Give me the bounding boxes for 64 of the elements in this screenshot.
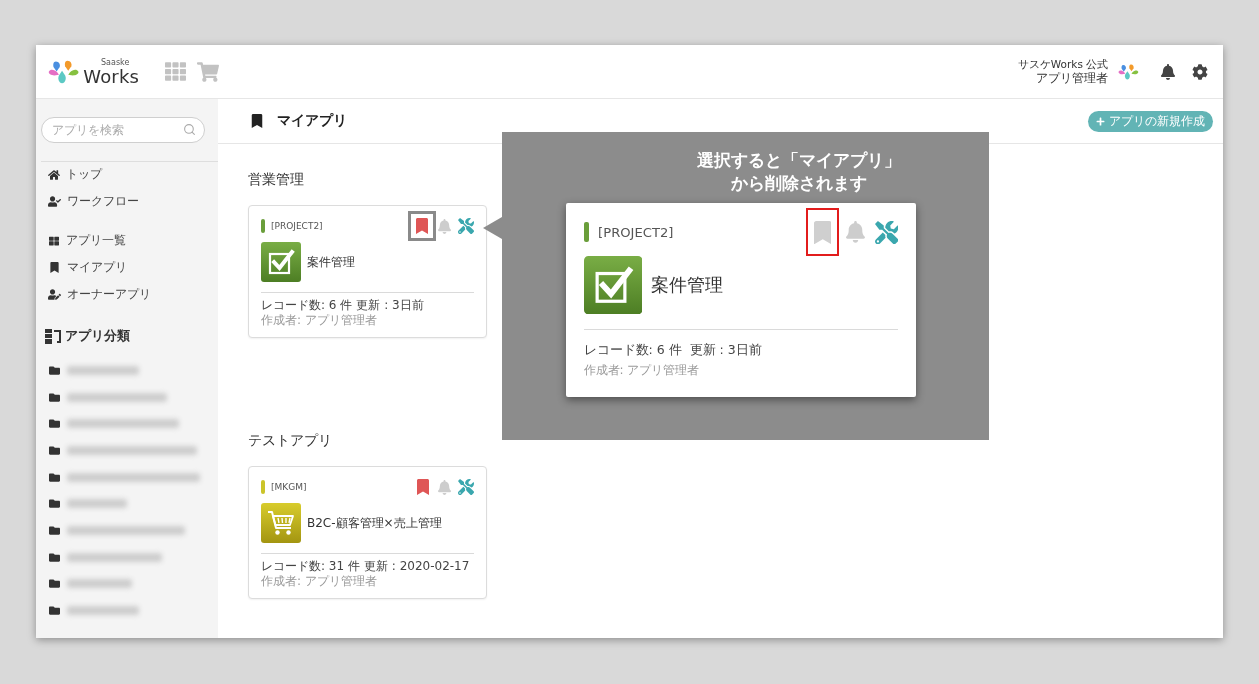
user-edit-icon — [48, 288, 61, 301]
folder-icon[interactable] — [49, 364, 60, 376]
tools-icon[interactable] — [458, 479, 474, 495]
sidebar-item[interactable]: マイアプリ — [36, 254, 127, 281]
home-icon — [48, 168, 60, 181]
logo-wordmark: Works — [83, 66, 140, 86]
folder-icon[interactable] — [49, 391, 60, 403]
record-count: レコード数: 6 件 — [583, 340, 682, 358]
tools-icon[interactable] — [458, 218, 474, 234]
updated-date: 更新 : 3日前 — [356, 298, 424, 313]
check-app-icon — [583, 255, 642, 314]
search-icon — [183, 123, 196, 136]
page-title: マイアプリ — [277, 112, 347, 130]
app-name[interactable]: 案件管理 — [307, 253, 355, 271]
logo-tagline: Saaske — [101, 57, 130, 67]
bookmark-icon[interactable] — [813, 220, 832, 244]
app-name[interactable]: B2C-顧客管理×売上管理 — [307, 514, 442, 532]
folder-icon[interactable] — [49, 471, 60, 483]
tools-icon[interactable] — [875, 220, 899, 244]
record-count: レコード数: 6 件 — [261, 298, 353, 313]
cart-icon[interactable] — [197, 60, 220, 83]
cart-app-icon — [261, 503, 301, 543]
user-check-icon — [48, 195, 61, 208]
app-author: 作成者: アプリ管理者 — [583, 361, 700, 379]
folder-icon[interactable] — [49, 524, 60, 536]
folder-icon[interactable] — [49, 578, 60, 590]
folder-icon[interactable] — [49, 498, 60, 510]
folder-icon[interactable] — [49, 444, 60, 456]
settings-icon[interactable] — [1192, 63, 1208, 80]
grid-icon[interactable] — [165, 61, 187, 82]
app-author: 作成者: アプリ管理者 — [261, 574, 377, 589]
folder-icon[interactable] — [49, 551, 60, 563]
logo-icon — [48, 59, 80, 84]
app-code: [PROJECT2] — [598, 224, 674, 240]
section-title: 営業管理 — [248, 170, 304, 188]
updated-date: 更新 : 2020-02-17 — [363, 559, 470, 574]
grid-icon — [49, 235, 59, 246]
sidebar-item[interactable]: オーナーアプリ — [36, 281, 151, 308]
plus-icon — [1096, 116, 1105, 126]
bell-icon[interactable] — [1160, 63, 1176, 80]
folder-icon[interactable] — [49, 605, 60, 617]
sidebar-item[interactable]: アプリ一覧 — [36, 227, 126, 254]
record-count: レコード数: 31 件 — [261, 559, 360, 574]
category-icon — [45, 328, 62, 344]
app-code: [PROJECT2] — [271, 221, 323, 231]
sidebar-item[interactable]: トップ — [36, 161, 102, 188]
folder-icon[interactable] — [49, 418, 60, 430]
app-author: 作成者: アプリ管理者 — [261, 313, 377, 328]
callout-text: 選択すると「マイアプリ」 から削除されます — [697, 149, 901, 195]
app-code: [MKGM] — [271, 482, 307, 492]
bookmark-icon — [250, 114, 264, 128]
bookmark-icon[interactable] — [417, 479, 429, 495]
search-field[interactable]: アプリを検索 — [41, 117, 205, 143]
bookmark-icon — [49, 262, 60, 273]
app-name[interactable]: 案件管理 — [650, 272, 723, 297]
user-avatar-icon — [1118, 63, 1139, 80]
category-heading: アプリ分類 — [65, 327, 130, 345]
check-app-icon — [261, 242, 301, 282]
updated-date: 更新 : 3日前 — [689, 340, 762, 358]
user-role: アプリ管理者 — [1036, 71, 1109, 86]
bookmark-icon[interactable] — [416, 218, 428, 234]
user-organization: サスケWorks 公式 — [1017, 57, 1109, 71]
sidebar-item[interactable]: ワークフロー — [36, 188, 139, 215]
section-title: テストアプリ — [248, 431, 332, 449]
